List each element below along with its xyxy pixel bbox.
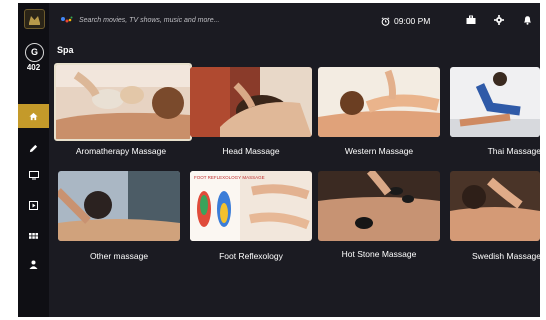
other-massage-thumbnail [58, 171, 180, 241]
play-icon [29, 200, 38, 210]
top-bar: Search movies, TV shows, music and more.… [49, 3, 540, 37]
tile-title: Swedish Massage [472, 251, 540, 261]
briefcase-icon[interactable] [466, 15, 476, 25]
bell-icon[interactable] [523, 15, 532, 25]
person-icon [29, 260, 38, 269]
alarm-clock-icon [381, 16, 390, 26]
tv-icon [28, 170, 39, 179]
user-avatar[interactable]: G [25, 43, 44, 62]
foot-reflexology-thumbnail: FOOT REFLEXOLOGY MASSAGE [190, 171, 312, 241]
apps-icon [29, 232, 38, 239]
tile-aromatherapy-massage[interactable] [54, 63, 192, 141]
tile-thai-massage[interactable] [450, 67, 540, 137]
sidebar-item-home[interactable] [18, 104, 49, 128]
tile-head-massage[interactable] [190, 67, 312, 137]
tile-foot-reflexology[interactable]: FOOT REFLEXOLOGY MASSAGE [190, 171, 312, 241]
section-title: Spa [57, 45, 74, 55]
hotel-logo [24, 9, 45, 29]
search-bar[interactable]: Search movies, TV shows, music and more.… [61, 13, 219, 27]
current-time: 09:00 PM [394, 16, 431, 26]
room-number: 402 [26, 63, 41, 72]
tile-other-massage[interactable] [58, 171, 180, 241]
search-placeholder: Search movies, TV shows, music and more.… [79, 16, 220, 24]
gear-icon[interactable] [494, 15, 504, 25]
sidebar: G 402 [18, 3, 49, 317]
poster-text: FOOT REFLEXOLOGY MASSAGE [194, 175, 265, 180]
swedish-massage-thumbnail [450, 171, 540, 241]
aromatherapy-thumbnail [56, 65, 190, 139]
western-massage-thumbnail [318, 67, 440, 137]
thai-massage-thumbnail [450, 67, 540, 137]
tile-hot-stone-massage[interactable] [318, 171, 440, 241]
home-icon [29, 112, 38, 120]
sidebar-item-apps[interactable] [18, 225, 49, 249]
tile-swedish-massage[interactable] [450, 171, 540, 241]
pencil-icon [29, 144, 38, 152]
tile-western-massage[interactable] [318, 67, 440, 137]
clock: 09:00 PM [381, 16, 430, 26]
sidebar-item-tv[interactable] [18, 163, 49, 187]
head-massage-thumbnail [190, 67, 312, 137]
tv-screen: G 402 Search movies, TV shows, music and… [18, 3, 540, 317]
sidebar-item-movies[interactable] [18, 193, 49, 217]
tile-title: Thai Massage [487, 146, 540, 156]
voice-assistant-icon [61, 16, 73, 23]
hot-stone-thumbnail [318, 171, 440, 241]
